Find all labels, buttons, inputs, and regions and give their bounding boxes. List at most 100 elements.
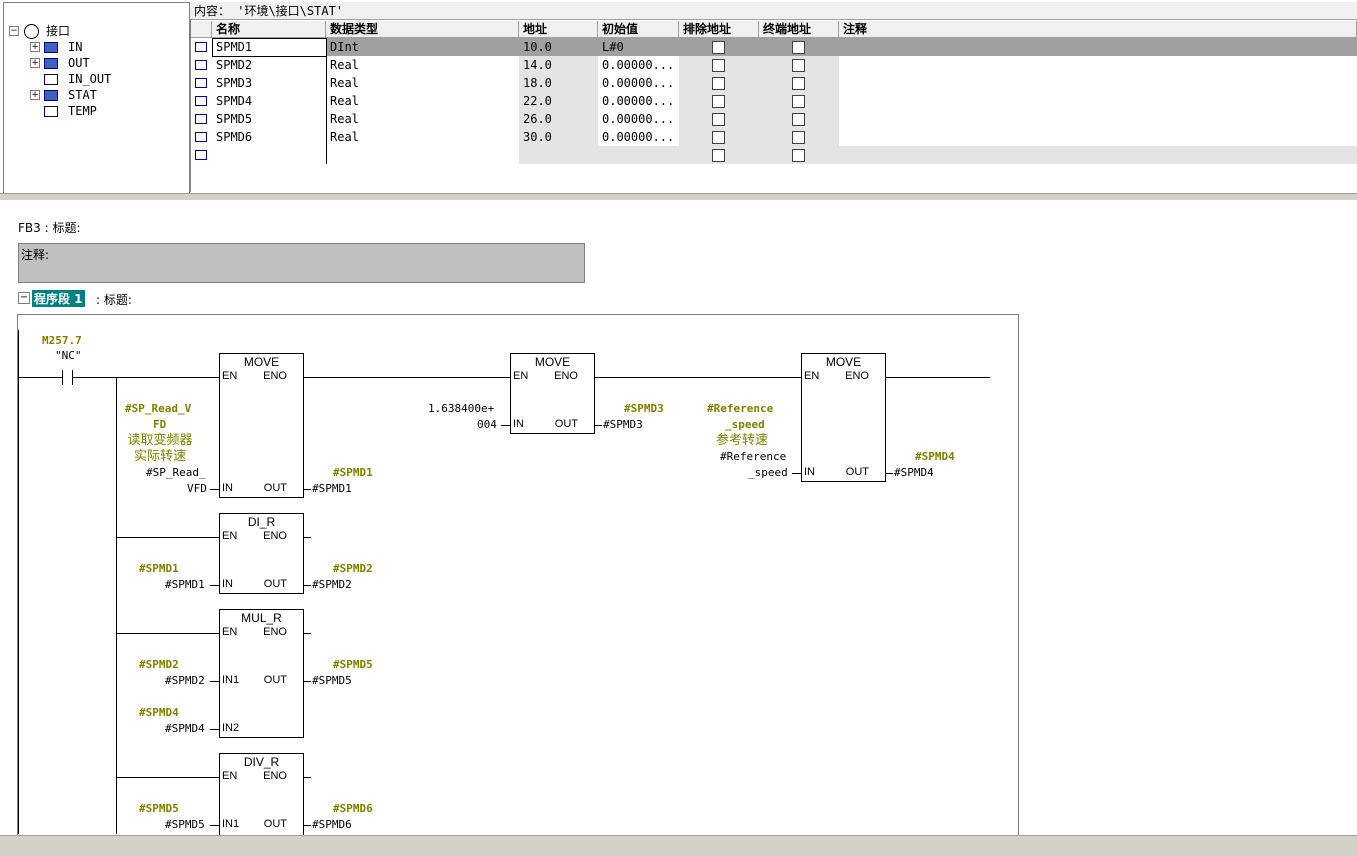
pin-wire	[210, 489, 219, 490]
expand-icon[interactable]: +	[30, 58, 40, 68]
exclude-address-checkbox[interactable]	[712, 41, 725, 54]
pin-wire	[792, 473, 801, 474]
exclude-address-checkbox[interactable]	[712, 131, 725, 144]
cell-init[interactable]: 0.00000...	[598, 128, 679, 146]
row-variable-icon[interactable]	[195, 96, 207, 106]
cell-init[interactable]: 0.00000...	[598, 110, 679, 128]
pin-wire	[501, 425, 510, 426]
rung-wire	[116, 777, 219, 778]
header-col-type[interactable]: 数据类型	[326, 21, 519, 38]
row-variable-icon[interactable]	[195, 132, 207, 142]
cell-name[interactable]: SPMD2	[212, 56, 326, 74]
pin-out: OUT	[263, 818, 287, 830]
pin-en: EN	[222, 770, 238, 782]
operand-in[interactable]: #SP_Read_	[146, 466, 206, 479]
cell-address[interactable]: 26.0	[519, 110, 598, 128]
operand-out[interactable]: #SPMD5	[312, 674, 352, 687]
operand-out[interactable]: #SPMD2	[312, 578, 352, 591]
readonly-region	[839, 146, 1357, 164]
interface-tree[interactable]: − 接口 + IN + OUT IN_OUT + STAT TEMP	[3, 2, 190, 194]
exclude-address-checkbox[interactable]	[712, 59, 725, 72]
network-label[interactable]: 程序段 1	[32, 290, 85, 307]
cell-name[interactable]: SPMD6	[212, 128, 326, 146]
cell-type[interactable]: Real	[326, 128, 519, 146]
cell-type[interactable]: Real	[326, 74, 519, 92]
operand-out[interactable]: #SPMD6	[312, 818, 352, 831]
expand-icon[interactable]: +	[30, 90, 40, 100]
cell-address[interactable]: 10.0	[519, 38, 598, 56]
header-col-name[interactable]: 名称	[212, 21, 326, 38]
operand-in[interactable]: #Reference	[720, 450, 786, 463]
cell-name[interactable]: SPMD5	[212, 110, 326, 128]
cell-name[interactable]: SPMD1	[212, 38, 326, 56]
pin-in: IN	[222, 578, 233, 590]
operand-out[interactable]: #SPMD1	[312, 482, 352, 495]
block-comment-box[interactable]: 注释:	[18, 243, 585, 283]
expand-icon[interactable]: +	[30, 42, 40, 52]
terminal-address-checkbox[interactable]	[792, 149, 805, 162]
network-collapse-icon[interactable]: −	[18, 292, 30, 304]
box-title: MUL_R	[241, 611, 282, 625]
header-col-address[interactable]: 地址	[519, 21, 598, 38]
pin-wire	[210, 585, 219, 586]
terminal-address-checkbox[interactable]	[792, 95, 805, 108]
header-col-terminal[interactable]: 终端地址	[759, 21, 839, 38]
move-box-3[interactable]: MOVE EN ENO IN OUT	[801, 353, 886, 482]
cell-address[interactable]: 18.0	[519, 74, 598, 92]
collapse-icon[interactable]: −	[9, 26, 19, 36]
pin-eno: ENO	[263, 770, 287, 782]
cell-name[interactable]: SPMD4	[212, 92, 326, 110]
di-r-box[interactable]: DI_R EN ENO IN OUT	[219, 513, 304, 594]
cell-type[interactable]: Real	[326, 56, 519, 74]
operand-in[interactable]: #SPMD5	[165, 818, 205, 831]
cell-name[interactable]: SPMD3	[212, 74, 326, 92]
cell-type[interactable]: Real	[326, 110, 519, 128]
move-box-1[interactable]: MOVE EN ENO IN OUT	[219, 353, 304, 498]
operand-symbol: _speed	[725, 418, 765, 431]
pane-splitter[interactable]	[0, 193, 1357, 201]
horizontal-scrollbar[interactable]	[0, 835, 1357, 856]
content-path: 内容： '环境\接口\STAT'	[190, 2, 1357, 20]
cell-init[interactable]: 0.00000...	[598, 74, 679, 92]
cell-type[interactable]: Real	[326, 92, 519, 110]
terminal-address-checkbox[interactable]	[792, 41, 805, 54]
cell-type[interactable]: DInt	[326, 38, 519, 56]
cell-address[interactable]: 14.0	[519, 56, 598, 74]
cell-init[interactable]: 0.00000...	[598, 92, 679, 110]
move-box-2[interactable]: MOVE EN ENO IN OUT	[510, 353, 595, 434]
terminal-address-checkbox[interactable]	[792, 113, 805, 126]
row-variable-icon[interactable]	[195, 78, 207, 88]
row-variable-icon[interactable]	[195, 150, 207, 160]
exclude-address-checkbox[interactable]	[712, 95, 725, 108]
operand-out[interactable]: #SPMD4	[894, 466, 934, 479]
operand-in[interactable]: 004	[477, 418, 497, 431]
cell-address[interactable]: 30.0	[519, 128, 598, 146]
operand-in[interactable]: _speed	[748, 466, 788, 479]
exclude-address-checkbox[interactable]	[712, 113, 725, 126]
operand-out[interactable]: #SPMD3	[603, 418, 643, 431]
cell-address[interactable]: 22.0	[519, 92, 598, 110]
row-variable-icon[interactable]	[195, 60, 207, 70]
row-variable-icon[interactable]	[195, 42, 207, 52]
pin-in: IN	[513, 418, 524, 430]
header-col-comment[interactable]: 注释	[839, 21, 1357, 38]
operand-in[interactable]: #SPMD1	[165, 578, 205, 591]
terminal-address-checkbox[interactable]	[792, 131, 805, 144]
row-variable-icon[interactable]	[195, 114, 207, 124]
operand-in[interactable]: #SPMD2	[165, 674, 205, 687]
terminal-address-checkbox[interactable]	[792, 77, 805, 90]
operand-in[interactable]: 1.638400e+	[428, 402, 494, 415]
header-col-exclude[interactable]: 排除地址	[679, 21, 759, 38]
operand-in[interactable]: #SPMD4	[165, 722, 205, 735]
network-title: : 标题:	[96, 293, 132, 307]
cell-init[interactable]: L#0	[598, 38, 679, 56]
cell-init[interactable]: 0.00000...	[598, 56, 679, 74]
div-r-box[interactable]: DIV_R EN ENO IN1 OUT	[219, 753, 304, 836]
operand-in[interactable]: VFD	[187, 482, 207, 495]
terminal-address-checkbox[interactable]	[792, 59, 805, 72]
exclude-address-checkbox[interactable]	[712, 77, 725, 90]
header-col-init[interactable]: 初始值	[598, 21, 679, 38]
exclude-address-checkbox[interactable]	[712, 149, 725, 162]
mul-r-box[interactable]: MUL_R EN ENO IN1 OUT IN2	[219, 609, 304, 738]
operand-symbol: #SPMD1	[333, 466, 373, 479]
